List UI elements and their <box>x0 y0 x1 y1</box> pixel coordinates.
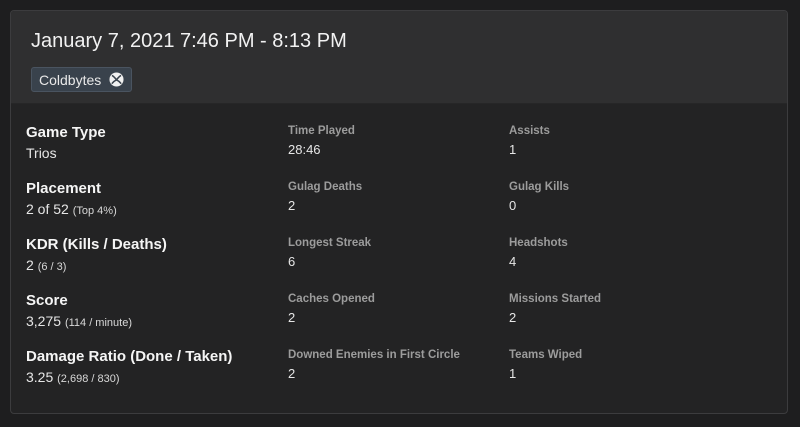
stat-value-main: 2 of 52 <box>26 201 69 217</box>
stat-value: 2 (6 / 3) <box>26 256 281 276</box>
stat-label: Headshots <box>509 237 568 249</box>
player-chip[interactable]: Coldbytes <box>31 67 133 92</box>
stat-label: Assists <box>509 125 550 137</box>
stat-value-detail: (Top 4%) <box>72 205 117 217</box>
stat-value-main: Trios <box>26 145 57 161</box>
stat-label: Caches Opened <box>288 293 375 305</box>
stat-headshots: Headshots 4 <box>509 235 724 291</box>
match-header: January 7, 2021 7:46 PM - 8:13 PM Coldby… <box>11 11 787 104</box>
stat-damage-ratio: Damage Ratio (Done / Taken) 3.25 (2,698 … <box>26 347 281 403</box>
stat-time-played: Time Played 28:46 <box>288 123 503 179</box>
match-title: January 7, 2021 7:46 PM - 8:13 PM <box>31 30 347 52</box>
stat-label: Missions Started <box>509 293 602 305</box>
stat-value-detail: (6 / 3) <box>37 261 67 273</box>
stat-label: Game Type <box>26 124 106 141</box>
stat-value-detail: (114 / minute) <box>64 317 132 329</box>
stat-value: 3,275 (114 / minute) <box>26 312 281 332</box>
stat-value-main: 2 <box>26 257 34 273</box>
xbox-icon <box>109 72 124 87</box>
stat-value-main: 3.25 <box>26 369 54 385</box>
stat-game-type: Game Type Trios <box>26 123 281 179</box>
stat-value: 0 <box>509 198 517 213</box>
stat-value: 4 <box>509 254 517 269</box>
stat-label: Teams Wiped <box>509 349 583 361</box>
player-name: Coldbytes <box>39 71 102 88</box>
stat-kdr: KDR (Kills / Deaths) 2 (6 / 3) <box>26 235 281 291</box>
stat-value: 1 <box>509 142 517 157</box>
stat-teams-wiped: Teams Wiped 1 <box>509 347 724 403</box>
stat-value: 3.25 (2,698 / 830) <box>26 368 281 388</box>
stat-label: Gulag Deaths <box>288 181 363 193</box>
stat-label: Gulag Kills <box>509 181 570 193</box>
match-card: January 7, 2021 7:46 PM - 8:13 PM Coldby… <box>10 10 788 414</box>
stat-score: Score 3,275 (114 / minute) <box>26 291 281 347</box>
stat-label: Downed Enemies in First Circle <box>288 349 460 361</box>
stat-value-main: 3,275 <box>26 313 62 329</box>
stat-value: 2 <box>288 366 296 381</box>
stat-value: 2 <box>288 310 296 325</box>
stat-downed-first-circle: Downed Enemies in First Circle 2 <box>288 347 503 403</box>
stat-label: Placement <box>26 180 102 197</box>
stat-label: Score <box>26 292 68 309</box>
stat-label: Damage Ratio (Done / Taken) <box>26 348 233 365</box>
stat-gulag-deaths: Gulag Deaths 2 <box>288 179 503 235</box>
stat-value: 2 <box>509 310 517 325</box>
stat-value: 2 <box>288 198 296 213</box>
stat-label: KDR (Kills / Deaths) <box>26 236 167 253</box>
stat-missions-started: Missions Started 2 <box>509 291 724 347</box>
stat-value: 2 of 52 (Top 4%) <box>26 200 281 220</box>
stat-gulag-kills: Gulag Kills 0 <box>509 179 724 235</box>
stat-caches-opened: Caches Opened 2 <box>288 291 503 347</box>
stat-assists: Assists 1 <box>509 123 724 179</box>
primary-stats: Game Type Trios Placement 2 of 52 (Top 4… <box>26 123 281 403</box>
stat-label: Time Played <box>288 125 355 137</box>
stat-placement: Placement 2 of 52 (Top 4%) <box>26 179 281 235</box>
match-stats: Game Type Trios Placement 2 of 52 (Top 4… <box>11 104 787 413</box>
stat-value-detail: (2,698 / 830) <box>57 373 120 385</box>
secondary-stats-a: Time Played 28:46 Gulag Deaths 2 Longest… <box>288 123 503 403</box>
stat-value: Trios <box>26 144 281 162</box>
stat-value: 6 <box>288 254 296 269</box>
stat-value: 1 <box>509 366 517 381</box>
stat-longest-streak: Longest Streak 6 <box>288 235 503 291</box>
secondary-stats-b: Assists 1 Gulag Kills 0 Headshots 4 Miss… <box>509 123 724 403</box>
stat-label: Longest Streak <box>288 237 372 249</box>
stat-value: 28:46 <box>288 142 321 157</box>
